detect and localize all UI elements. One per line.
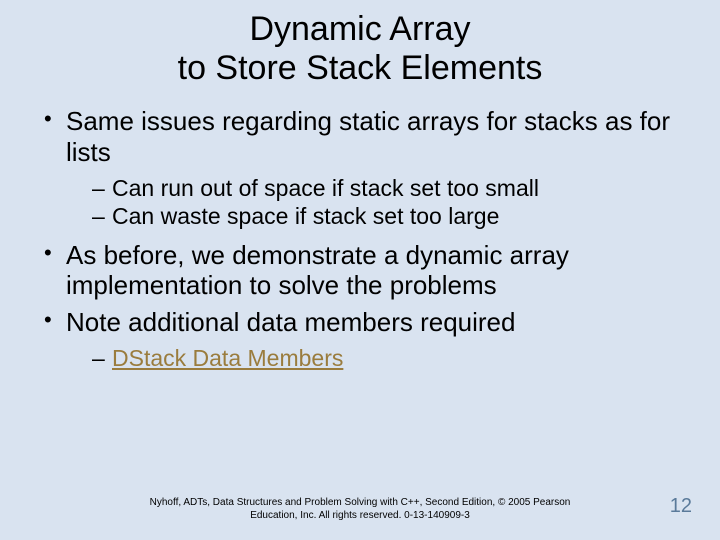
bullet-1-text: Same issues regarding static arrays for … — [66, 106, 670, 167]
bullet-2: As before, we demonstrate a dynamic arra… — [38, 240, 682, 301]
bullet-1-sub-1: Can run out of space if stack set too sm… — [66, 174, 682, 202]
bullet-1-sublist: Can run out of space if stack set too sm… — [66, 174, 682, 230]
footer-line-1: Nyhoff, ADTs, Data Structures and Proble… — [150, 497, 571, 508]
bullet-3-text: Note additional data members required — [66, 307, 515, 337]
bullet-3: Note additional data members required DS… — [38, 307, 682, 372]
bullet-1-sub-2: Can waste space if stack set too large — [66, 202, 682, 230]
footer-citation: Nyhoff, ADTs, Data Structures and Proble… — [0, 497, 720, 522]
title-line-2: to Store Stack Elements — [178, 49, 543, 87]
bullet-1: Same issues regarding static arrays for … — [38, 106, 682, 229]
bullet-1-sub-1-text: Can run out of space if stack set too sm… — [112, 175, 539, 201]
slide-title: Dynamic Array to Store Stack Elements — [38, 10, 682, 88]
bullet-3-sub-1: DStack Data Members — [66, 344, 682, 372]
page-number: 12 — [670, 495, 692, 518]
bullet-3-sublist: DStack Data Members — [66, 344, 682, 372]
bullet-list: Same issues regarding static arrays for … — [38, 106, 682, 372]
bullet-2-text: As before, we demonstrate a dynamic arra… — [66, 240, 569, 301]
footer-line-2: Education, Inc. All rights reserved. 0-1… — [250, 510, 470, 521]
dstack-data-members-link[interactable]: DStack Data Members — [112, 345, 343, 371]
title-line-1: Dynamic Array — [249, 10, 470, 48]
slide: Dynamic Array to Store Stack Elements Sa… — [0, 0, 720, 540]
bullet-1-sub-2-text: Can waste space if stack set too large — [112, 203, 499, 229]
